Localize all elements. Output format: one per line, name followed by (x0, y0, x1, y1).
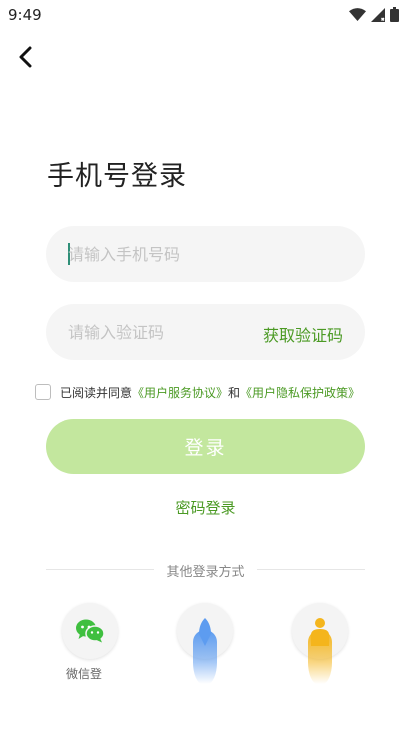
agreement-prefix: 已阅读并同意 (60, 385, 133, 400)
login-page: 9:49 手机号登录 获取验证码 (0, 0, 411, 730)
agreement-row: 已阅读并同意 《用户服务协议》 和 《用户隐私保护政策》 (35, 382, 395, 402)
agreement-conjunction: 和 (228, 385, 241, 400)
password-login-link[interactable]: 密码登录 (0, 497, 411, 518)
status-time: 9:49 (8, 6, 42, 24)
privacy-policy-link[interactable]: 《用户隐私保护政策》 (240, 384, 360, 401)
chevron-left-icon (19, 46, 32, 68)
blur-smear-decoration (100, 662, 144, 690)
phone-field-container (46, 226, 365, 282)
wechat-login-label: 微信登 (66, 667, 103, 681)
page-title: 手机号登录 (47, 161, 187, 192)
signal-icon (371, 7, 385, 22)
status-bar: 9:49 (0, 0, 411, 30)
divider-right (257, 569, 365, 570)
blue-trail-decoration (193, 630, 217, 684)
status-icons (349, 7, 399, 22)
back-button[interactable] (10, 42, 40, 72)
user-agreement-link[interactable]: 《用户服务协议》 (132, 384, 228, 401)
code-field-container: 获取验证码 (46, 304, 365, 360)
wifi-icon (349, 8, 366, 21)
other-login-methods-label: 其他登录方式 (166, 565, 245, 580)
login-button[interactable]: 登录 (46, 419, 365, 474)
phone-input[interactable] (68, 226, 248, 282)
battery-icon (390, 7, 399, 22)
orange-trail-decoration (308, 630, 332, 684)
wechat-login-button[interactable] (62, 603, 118, 659)
get-code-button[interactable]: 获取验证码 (263, 322, 343, 346)
wechat-icon (76, 619, 105, 643)
verification-code-input[interactable] (68, 304, 248, 360)
agreement-checkbox[interactable] (35, 384, 51, 400)
